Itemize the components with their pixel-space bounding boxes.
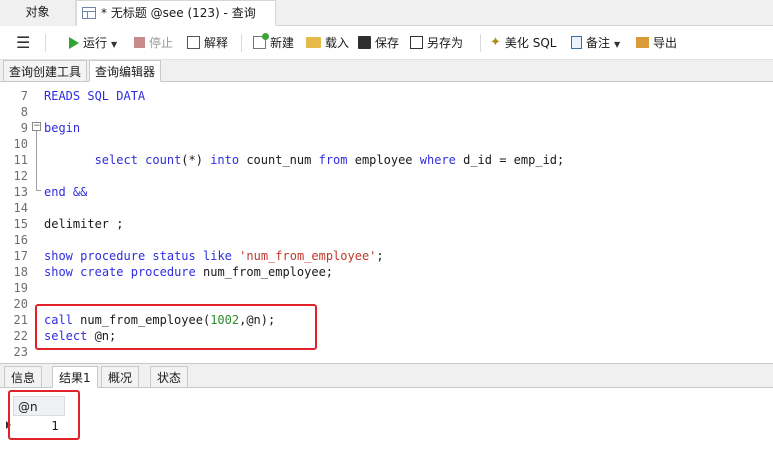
new-label: 新建 bbox=[270, 36, 295, 50]
tab-query-label: * 无标题 @see (123) - 查询 bbox=[101, 6, 256, 20]
code-text: delimiter ; bbox=[44, 217, 124, 231]
line-number: 22 bbox=[13, 329, 28, 343]
save-as-label: 另存为 bbox=[427, 36, 464, 50]
line-number: 20 bbox=[13, 297, 28, 311]
line-number: 19 bbox=[13, 281, 28, 295]
new-button[interactable]: 新建 bbox=[253, 26, 294, 60]
beautify-sql-button[interactable]: ✦ 美化 SQL bbox=[490, 26, 556, 60]
export-label: 导出 bbox=[653, 36, 678, 50]
toolbar-divider bbox=[45, 34, 46, 52]
explain-label: 解释 bbox=[204, 36, 229, 50]
line-number: 17 bbox=[13, 249, 28, 263]
line-number: 14 bbox=[13, 201, 28, 215]
tab-status[interactable]: 状态 bbox=[150, 366, 189, 388]
code-text: READS SQL DATA bbox=[44, 89, 146, 103]
save-label: 保存 bbox=[375, 36, 400, 50]
tab-query-builder[interactable]: 查询创建工具 bbox=[3, 60, 88, 82]
line-number: 21 bbox=[13, 313, 28, 327]
hamburger-icon: ☰ bbox=[16, 33, 31, 52]
line-number: 13 bbox=[13, 185, 28, 199]
tab-objects[interactable]: 对象 bbox=[0, 0, 76, 26]
notes-label: 备注 bbox=[586, 36, 611, 50]
query-table-icon bbox=[82, 7, 96, 19]
beautify-label: 美化 SQL bbox=[504, 36, 557, 50]
toolbar-divider bbox=[480, 34, 481, 52]
run-button[interactable]: 运行 ▼ bbox=[69, 26, 117, 60]
line-number: 9 bbox=[20, 121, 28, 135]
line-number: 16 bbox=[13, 233, 28, 247]
stop-label: 停止 bbox=[149, 36, 174, 50]
code-text: begin bbox=[44, 121, 81, 135]
document-tab-bar: 对象 * 无标题 @see (123) - 查询 bbox=[0, 0, 773, 26]
new-query-icon bbox=[253, 33, 269, 49]
editor-mode-tabs: 查询创建工具 查询编辑器 bbox=[0, 60, 773, 82]
code-text-show-create: show create procedure num_from_employee; bbox=[44, 265, 334, 279]
explain-button[interactable]: 解释 bbox=[187, 26, 228, 60]
load-button[interactable]: 载入 bbox=[306, 26, 349, 60]
line-number: 7 bbox=[20, 89, 28, 103]
note-icon bbox=[571, 36, 582, 49]
line-number: 8 bbox=[20, 105, 28, 119]
line-number: 11 bbox=[13, 153, 28, 167]
annotation-highlight-result bbox=[8, 390, 80, 440]
line-number: 12 bbox=[13, 169, 28, 183]
export-button[interactable]: 导出 bbox=[636, 26, 677, 60]
notes-button[interactable]: 备注 ▼ bbox=[571, 26, 620, 60]
code-text-select-count: select count(*) into count_num from empl… bbox=[94, 153, 565, 167]
save-icon bbox=[358, 36, 371, 49]
chevron-down-icon[interactable]: ▼ bbox=[614, 40, 620, 49]
tab-query-untitled[interactable]: * 无标题 @see (123) - 查询 bbox=[76, 0, 276, 26]
load-label: 载入 bbox=[325, 36, 350, 50]
chevron-down-icon[interactable]: ▼ bbox=[111, 40, 117, 49]
save-as-icon bbox=[410, 36, 423, 49]
stop-icon bbox=[134, 37, 145, 48]
run-label: 运行 bbox=[83, 36, 108, 50]
explain-icon bbox=[187, 36, 200, 49]
tab-profile[interactable]: 概况 bbox=[101, 366, 140, 388]
result-grid-area bbox=[0, 388, 773, 476]
annotation-highlight-call bbox=[35, 304, 317, 350]
magic-wand-icon: ✦ bbox=[490, 34, 501, 50]
query-toolbar: ☰ 运行 ▼ 停止 解释 新建 载入 保存 另存为 ✦ 美化 SQL 备注 ▼ 导出 bbox=[0, 26, 773, 60]
fold-toggle[interactable]: − bbox=[32, 122, 41, 131]
export-icon bbox=[636, 37, 649, 48]
result-tab-bar: 信息 结果1 概况 状态 bbox=[0, 363, 773, 388]
line-number: 10 bbox=[13, 137, 28, 151]
code-text: end && bbox=[44, 185, 88, 199]
folder-icon bbox=[306, 37, 321, 48]
fold-guide-end bbox=[36, 190, 41, 191]
toolbar-divider bbox=[241, 34, 242, 52]
play-icon bbox=[69, 36, 79, 49]
save-button[interactable]: 保存 bbox=[358, 26, 399, 60]
stop-button[interactable]: 停止 bbox=[134, 26, 173, 60]
tab-info[interactable]: 信息 bbox=[4, 366, 43, 388]
menu-button[interactable]: ☰ bbox=[16, 26, 30, 60]
save-as-button[interactable]: 另存为 bbox=[410, 26, 463, 60]
tab-query-editor[interactable]: 查询编辑器 bbox=[89, 60, 162, 82]
line-number: 15 bbox=[13, 217, 28, 231]
line-number: 23 bbox=[13, 345, 28, 359]
line-number: 18 bbox=[13, 265, 28, 279]
tab-result-1[interactable]: 结果1 bbox=[52, 366, 98, 388]
code-text-show-status: show procedure status like 'num_from_emp… bbox=[44, 249, 384, 263]
fold-guide bbox=[36, 131, 37, 191]
